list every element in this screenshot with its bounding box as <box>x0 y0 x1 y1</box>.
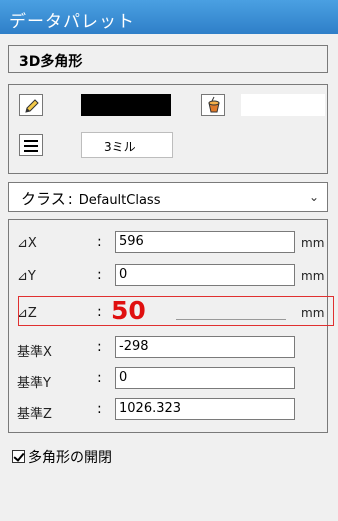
line-weight-icon[interactable] <box>19 134 43 156</box>
field-row-base-x: 基準X : -298 <box>9 336 327 360</box>
chevron-down-icon[interactable]: ⌄ <box>309 190 319 204</box>
pencil-icon[interactable] <box>19 94 43 116</box>
field-row-dx: ⊿X : 596 mm <box>9 231 327 255</box>
close-polygon-checkbox[interactable]: 多角形の開閉 <box>12 447 112 467</box>
class-value: DefaultClass <box>78 193 161 208</box>
field-label: 基準Z <box>17 407 52 422</box>
field-row-base-y: 基準Y : 0 <box>9 367 327 391</box>
base-z-input[interactable]: 1026.323 <box>115 398 295 420</box>
checkbox-label: 多角形の開閉 <box>28 450 112 466</box>
class-select[interactable]: クラス: DefaultClass ⌄ <box>8 182 328 212</box>
field-colon: : <box>97 401 102 417</box>
palette-title: データパレット <box>0 0 338 34</box>
pen-color-swatch[interactable] <box>81 94 171 116</box>
field-unit: mm <box>301 269 325 283</box>
paint-bucket-icon[interactable] <box>201 94 225 116</box>
field-unit: mm <box>301 236 325 250</box>
checkbox-checked-icon[interactable] <box>12 450 25 463</box>
class-colon: : <box>67 190 73 208</box>
object-type: 3D多角形 <box>8 45 328 73</box>
field-colon: : <box>97 370 102 386</box>
coordinates-panel: ⊿X : 596 mm ⊿Y : 0 mm ⊿Z : mm 基準X : -298… <box>8 219 328 433</box>
base-y-input[interactable]: 0 <box>115 367 295 389</box>
fill-color-swatch[interactable] <box>241 94 325 116</box>
field-label: ⊿X <box>17 236 37 251</box>
field-label: ⊿Y <box>17 269 36 284</box>
class-label: クラス <box>21 190 66 208</box>
dx-input[interactable]: 596 <box>115 231 295 253</box>
attributes-panel: 3ミル <box>8 84 328 174</box>
field-row-dy: ⊿Y : 0 mm <box>9 264 327 288</box>
dz-highlight-box <box>18 296 334 326</box>
field-colon: : <box>97 267 102 283</box>
dz-underline <box>176 319 286 320</box>
dy-input[interactable]: 0 <box>115 264 295 286</box>
field-label: 基準Y <box>17 376 51 391</box>
base-x-input[interactable]: -298 <box>115 336 295 358</box>
dz-input[interactable]: 50 <box>111 298 146 324</box>
field-label: 基準X <box>17 345 52 360</box>
field-colon: : <box>97 339 102 355</box>
field-colon: : <box>97 234 102 250</box>
line-weight-value[interactable]: 3ミル <box>81 132 173 158</box>
field-row-base-z: 基準Z : 1026.323 <box>9 398 327 422</box>
